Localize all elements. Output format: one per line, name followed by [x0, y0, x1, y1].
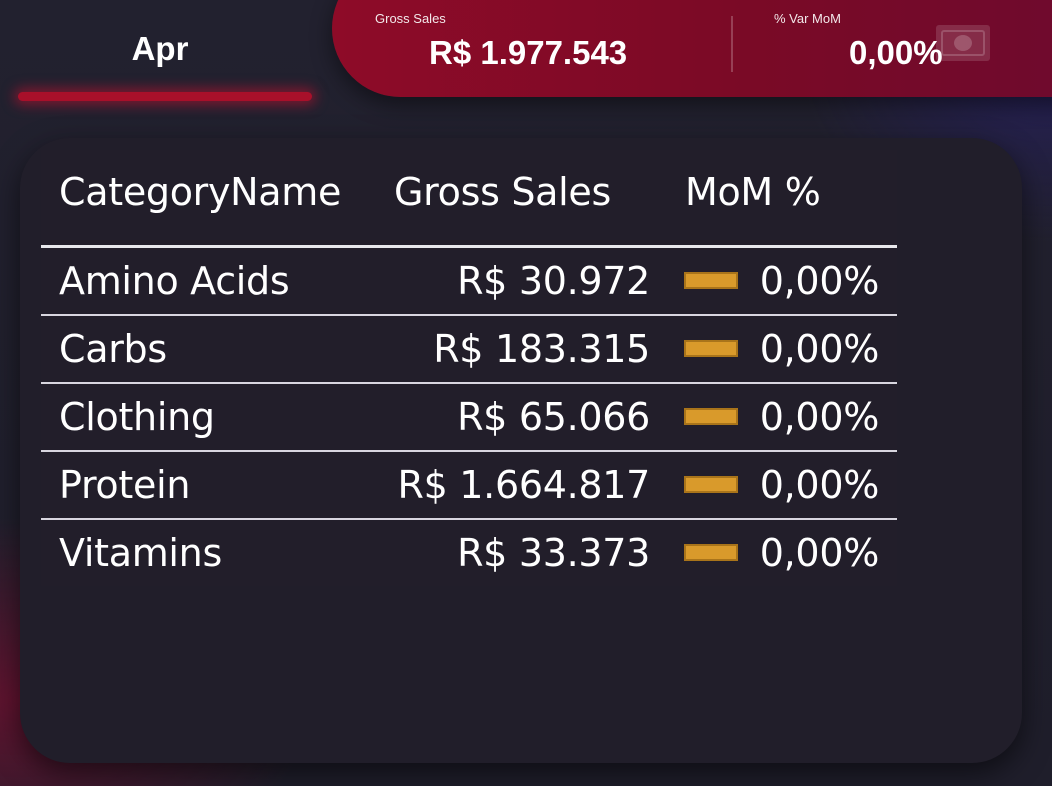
- gross-sales-cell: R$ 33.373: [457, 531, 650, 575]
- table-row[interactable]: Vitamins R$ 33.373 0,00%: [41, 520, 897, 586]
- gross-sales-value: R$ 1.977.543: [429, 34, 628, 71]
- category-name: Amino Acids: [59, 259, 290, 303]
- gross-sales-cell: R$ 30.972: [457, 259, 650, 303]
- mom-cell: 0,00%: [759, 463, 880, 507]
- category-name: Vitamins: [59, 531, 222, 575]
- gross-sales-cell: R$ 1.664.817: [397, 463, 651, 507]
- month-selector[interactable]: Apr: [0, 0, 330, 125]
- mom-cell: 0,00%: [759, 259, 880, 303]
- mom-cell: 0,00%: [759, 531, 880, 575]
- flat-bar-icon: [684, 544, 738, 561]
- flat-bar-icon: [684, 408, 738, 425]
- table-row[interactable]: Clothing R$ 65.066 0,00%: [41, 384, 897, 452]
- var-mom-value: 0,00%: [849, 34, 943, 71]
- category-name: Clothing: [59, 395, 215, 439]
- var-mom-title: % Var MoM: [774, 11, 841, 26]
- flat-bar-icon: [684, 476, 738, 493]
- flat-bar-icon: [684, 272, 738, 289]
- mom-cell: 0,00%: [759, 327, 880, 371]
- table-row[interactable]: Amino Acids R$ 30.972 0,00%: [41, 248, 897, 316]
- table-row[interactable]: Carbs R$ 183.315 0,00%: [41, 316, 897, 384]
- category-name: Carbs: [59, 327, 167, 371]
- category-name: Protein: [59, 463, 191, 507]
- table-row[interactable]: Protein R$ 1.664.817 0,00%: [41, 452, 897, 520]
- month-underline: [18, 92, 312, 101]
- gross-sales-cell: R$ 65.066: [457, 395, 650, 439]
- gross-sales-cell: R$ 183.315: [433, 327, 650, 371]
- category-table: CategoryName Gross Sales MoM % Amino Aci…: [41, 150, 897, 586]
- kpi-divider: [731, 16, 733, 72]
- mom-cell: 0,00%: [759, 395, 880, 439]
- money-bill-icon: [936, 25, 990, 61]
- table-header: CategoryName Gross Sales MoM %: [41, 150, 897, 248]
- flat-bar-icon: [684, 340, 738, 357]
- gross-sales-title: Gross Sales: [375, 11, 446, 26]
- month-label: Apr: [131, 30, 189, 67]
- header-category[interactable]: CategoryName: [59, 170, 341, 214]
- header-gross-sales[interactable]: Gross Sales: [394, 170, 611, 214]
- header-mom[interactable]: MoM %: [685, 170, 821, 214]
